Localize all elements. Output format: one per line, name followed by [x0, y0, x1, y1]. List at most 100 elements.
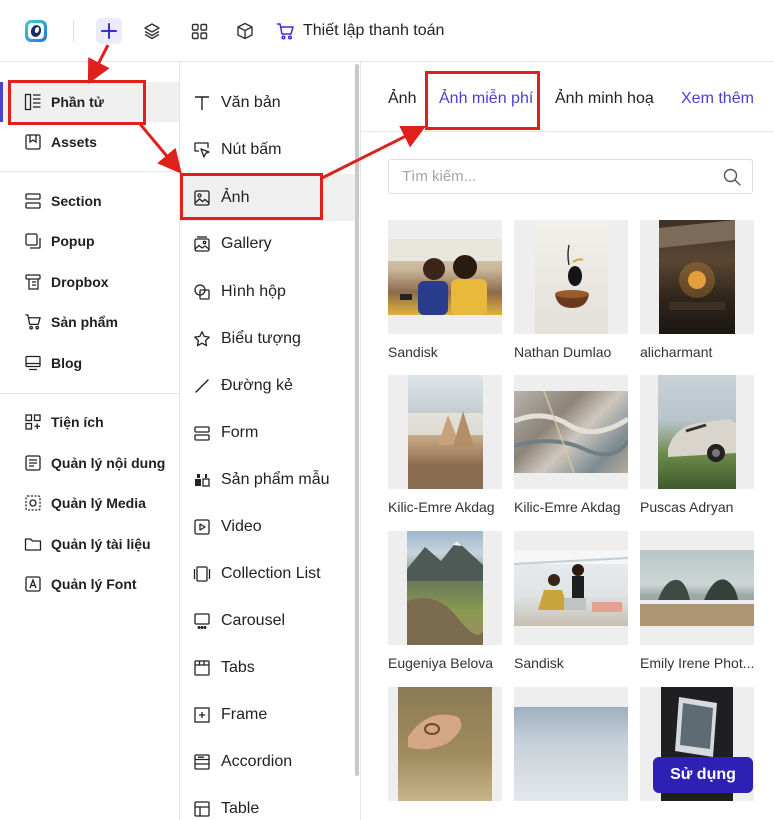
product-sample-icon [195, 473, 210, 487]
sidebar-item-popup[interactable]: Popup [0, 221, 179, 261]
element-item-label: Frame [221, 705, 268, 723]
sidebar-item-label: Sản phẩm [51, 314, 118, 330]
sidebar-item-assets[interactable]: Assets [0, 122, 179, 162]
element-list-scrollbar[interactable] [355, 64, 359, 776]
plus-icon [101, 23, 117, 39]
line-icon [195, 378, 209, 393]
sidebar-item-document-manager[interactable]: Quản lý tài liệu [0, 524, 179, 564]
image-thumbnail[interactable] [514, 220, 628, 334]
sidebar-item-products[interactable]: Sản phẩm [0, 302, 179, 342]
element-item-shape[interactable]: Hình hộp [180, 268, 356, 315]
sidebar-item-font-manager[interactable]: Quản lý Font [0, 564, 179, 604]
image-card[interactable]: Sandisk [388, 220, 502, 360]
button-cursor-icon [194, 141, 210, 158]
annotation-highlight-image [180, 173, 323, 220]
element-item-text[interactable]: Văn bản [180, 79, 356, 126]
video-icon [194, 518, 210, 535]
image-card[interactable]: Emily Irene Phot... [640, 531, 754, 671]
accordion-icon [194, 753, 210, 770]
image-thumbnail[interactable] [388, 220, 502, 334]
element-item-label: Biểu tượng [221, 329, 301, 347]
see-more-link[interactable]: Xem thêm [681, 90, 754, 108]
carousel-icon [194, 612, 210, 629]
box-icon [237, 22, 253, 40]
image-thumbnail[interactable] [388, 687, 502, 801]
element-item-icon[interactable]: Biểu tượng [180, 315, 356, 362]
sidebar-item-label: Section [51, 193, 102, 209]
element-item-label: Accordion [221, 752, 293, 770]
sidebar-item-widgets[interactable]: Tiện ích [0, 402, 179, 442]
photo-sky [514, 707, 628, 801]
image-thumbnail[interactable] [388, 531, 502, 645]
widgets-icon [25, 414, 41, 430]
element-item-video[interactable]: Video [180, 503, 356, 550]
element-item-table[interactable]: Table [180, 785, 356, 820]
element-item-label: Table [221, 799, 260, 817]
sidebar-item-media-manager[interactable]: Quản lý Media [0, 483, 179, 523]
photo-aerial-riverbed [514, 390, 628, 474]
sidebar-item-content-manager[interactable]: Quản lý nội dung [0, 443, 179, 483]
package-button[interactable] [232, 18, 258, 44]
element-item-gallery[interactable]: Gallery [180, 220, 356, 267]
checkout-settings-label: Thiết lập thanh toán [303, 22, 445, 39]
image-thumbnail[interactable] [514, 531, 628, 645]
image-thumbnail[interactable] [640, 220, 754, 334]
image-card[interactable]: Puscas Adryan [640, 375, 754, 515]
image-author: Emily Irene Phot... [640, 655, 755, 671]
image-thumbnail[interactable] [514, 375, 628, 489]
sidebar-item-blog[interactable]: Blog [0, 343, 179, 383]
toolbar-divider [73, 20, 74, 42]
element-item-frame[interactable]: Frame [180, 691, 356, 738]
element-item-form[interactable]: Form [180, 409, 356, 456]
sidebar-divider [0, 393, 179, 394]
photo-sea-stacks [640, 579, 754, 626]
app-logo-icon[interactable] [23, 17, 49, 45]
image-thumbnail[interactable] [640, 375, 754, 489]
element-item-collection-list[interactable]: Collection List [180, 550, 356, 597]
sidebar-item-label: Dropbox [51, 274, 109, 290]
checkout-settings-button[interactable]: Thiết lập thanh toán [276, 18, 444, 44]
image-search-input[interactable] [389, 160, 719, 193]
image-card[interactable]: Sandisk [514, 531, 628, 671]
frame-icon [194, 706, 210, 723]
image-author: Kilic-Emre Akdag [514, 499, 621, 515]
element-item-product-sample[interactable]: Sản phẩm mẫu [180, 456, 356, 503]
image-card[interactable] [388, 687, 502, 801]
image-card[interactable] [514, 687, 628, 801]
blog-icon [25, 355, 41, 371]
element-item-label: Gallery [221, 234, 272, 252]
use-image-button[interactable]: Sử dụng [653, 757, 753, 793]
image-thumbnail[interactable] [514, 687, 628, 801]
image-search-box [388, 159, 753, 194]
image-card[interactable]: alicharmant [640, 220, 754, 360]
search-icon[interactable] [723, 168, 741, 186]
image-thumbnail[interactable] [640, 531, 754, 645]
tabs-icon [194, 659, 210, 676]
sidebar-item-dropbox[interactable]: Dropbox [0, 262, 179, 302]
layers-button[interactable] [139, 18, 165, 44]
image-card[interactable]: Kilic-Emre Akdag [514, 375, 628, 515]
element-item-accordion[interactable]: Accordion [180, 738, 356, 785]
image-card[interactable]: Eugeniya Belova [388, 531, 502, 671]
sidebar-divider [0, 171, 179, 172]
tab-illustrations[interactable]: Ảnh minh hoạ [555, 90, 654, 108]
image-card[interactable]: Kilic-Emre Akdag [388, 375, 502, 515]
tab-images[interactable]: Ảnh [388, 90, 416, 108]
add-element-button[interactable] [96, 18, 122, 44]
sidebar-item-label: Quản lý Media [51, 495, 146, 511]
apps-button[interactable] [186, 18, 212, 44]
element-item-label: Collection List [221, 564, 321, 582]
element-item-line[interactable]: Đường kẻ [180, 362, 356, 409]
dropbox-icon [25, 274, 41, 290]
assets-icon [25, 134, 41, 150]
element-item-carousel[interactable]: Carousel [180, 597, 356, 644]
element-item-label: Video [221, 517, 262, 535]
app-window: Thiết lập thanh toán Phần tử Assets Sect… [0, 0, 774, 820]
image-thumbnail[interactable] [388, 375, 502, 489]
annotation-highlight-free-images-tab [425, 71, 540, 130]
sidebar-item-section[interactable]: Section [0, 181, 179, 221]
image-library-panel: Ảnh Ảnh miễn phí Ảnh minh hoạ Xem thêm T… [360, 62, 774, 820]
element-item-button[interactable]: Nút bấm [180, 126, 356, 173]
image-card[interactable]: Nathan Dumlao [514, 220, 628, 360]
element-item-tabs[interactable]: Tabs [180, 644, 356, 691]
